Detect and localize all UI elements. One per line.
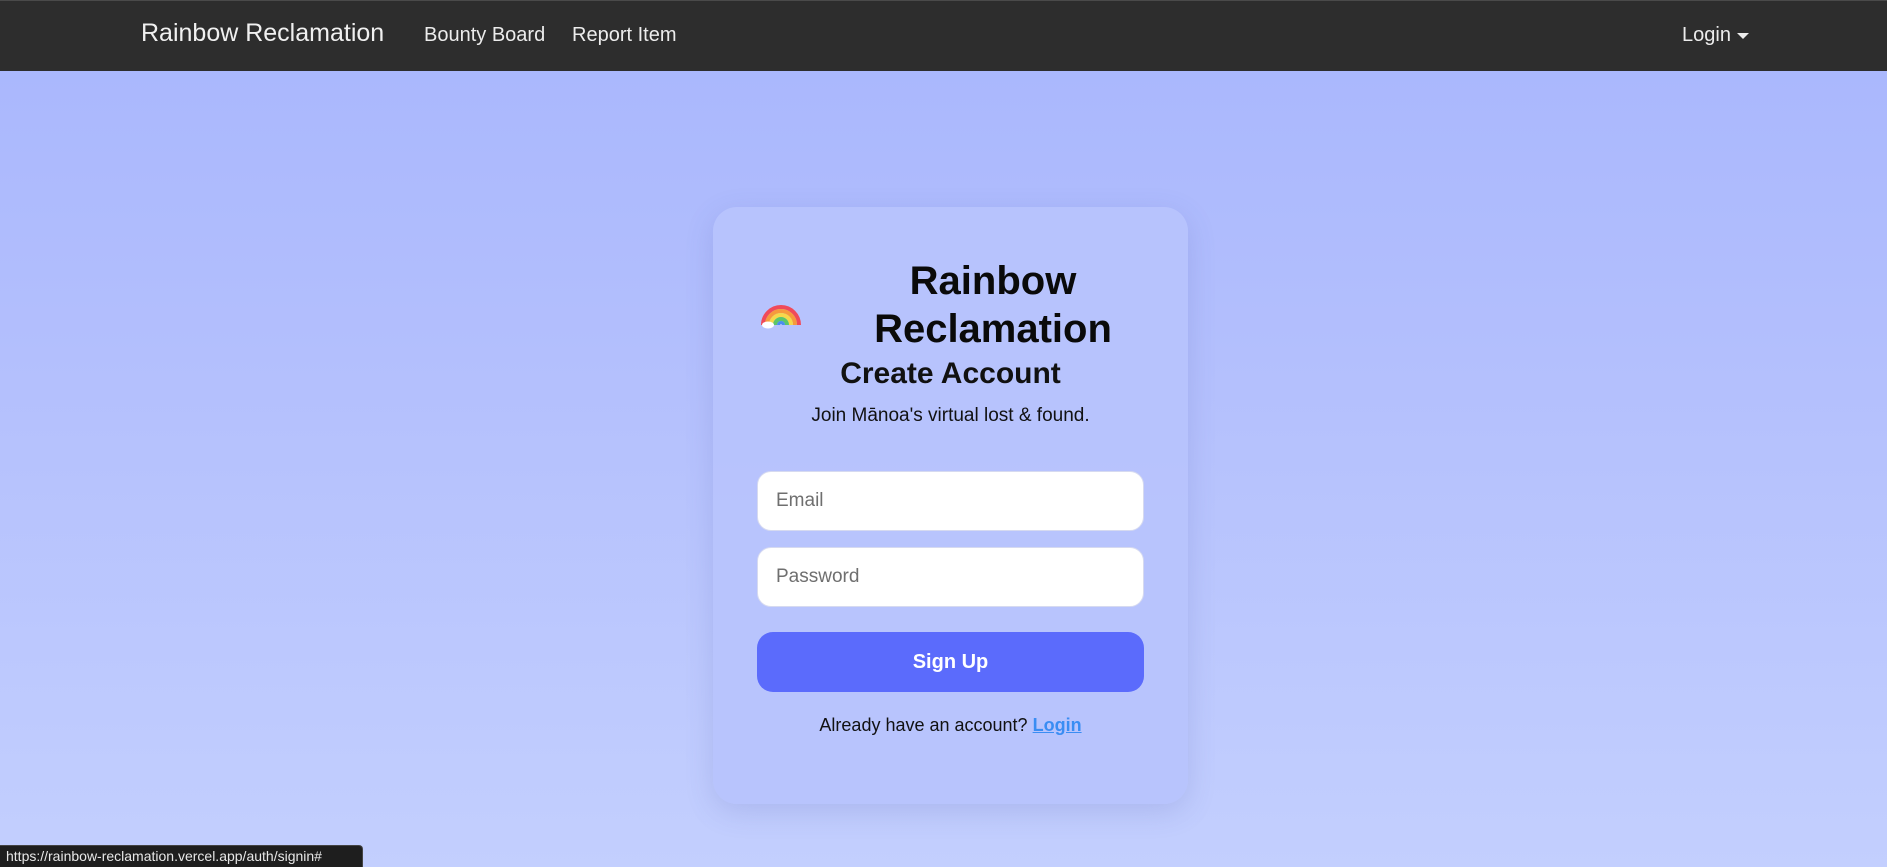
email-field[interactable] [757,471,1144,531]
login-link[interactable]: Login [1033,715,1082,735]
logo-row: Rainbow Reclamation [713,252,1188,352]
tagline-text: Join Mānoa's virtual lost & found. [811,405,1090,426]
create-account-heading: Create Account [840,357,1061,390]
login-dropdown-label: Login [1682,24,1731,46]
password-field[interactable] [757,547,1144,607]
browser-status-url: https://rainbow-reclamation.vercel.app/a… [0,845,363,867]
caret-down-icon [1736,32,1749,39]
login-prompt-text: Already have an account? [819,715,1028,735]
card-title: Rainbow Reclamation [874,259,1112,351]
nav-bounty-board[interactable]: Bounty Board [424,24,545,47]
signup-card: Rainbow Reclamation Create Account Join … [713,207,1188,804]
nav-report-item[interactable]: Report Item [572,24,676,47]
login-prompt: Already have an account? Login [713,715,1188,736]
sign-up-button[interactable]: Sign Up [757,632,1144,692]
brand-link[interactable]: Rainbow Reclamation [141,19,384,48]
rainbow-icon [761,305,801,329]
login-dropdown[interactable]: Login [1682,24,1749,47]
top-navbar: Rainbow Reclamation Bounty Board Report … [0,0,1887,71]
